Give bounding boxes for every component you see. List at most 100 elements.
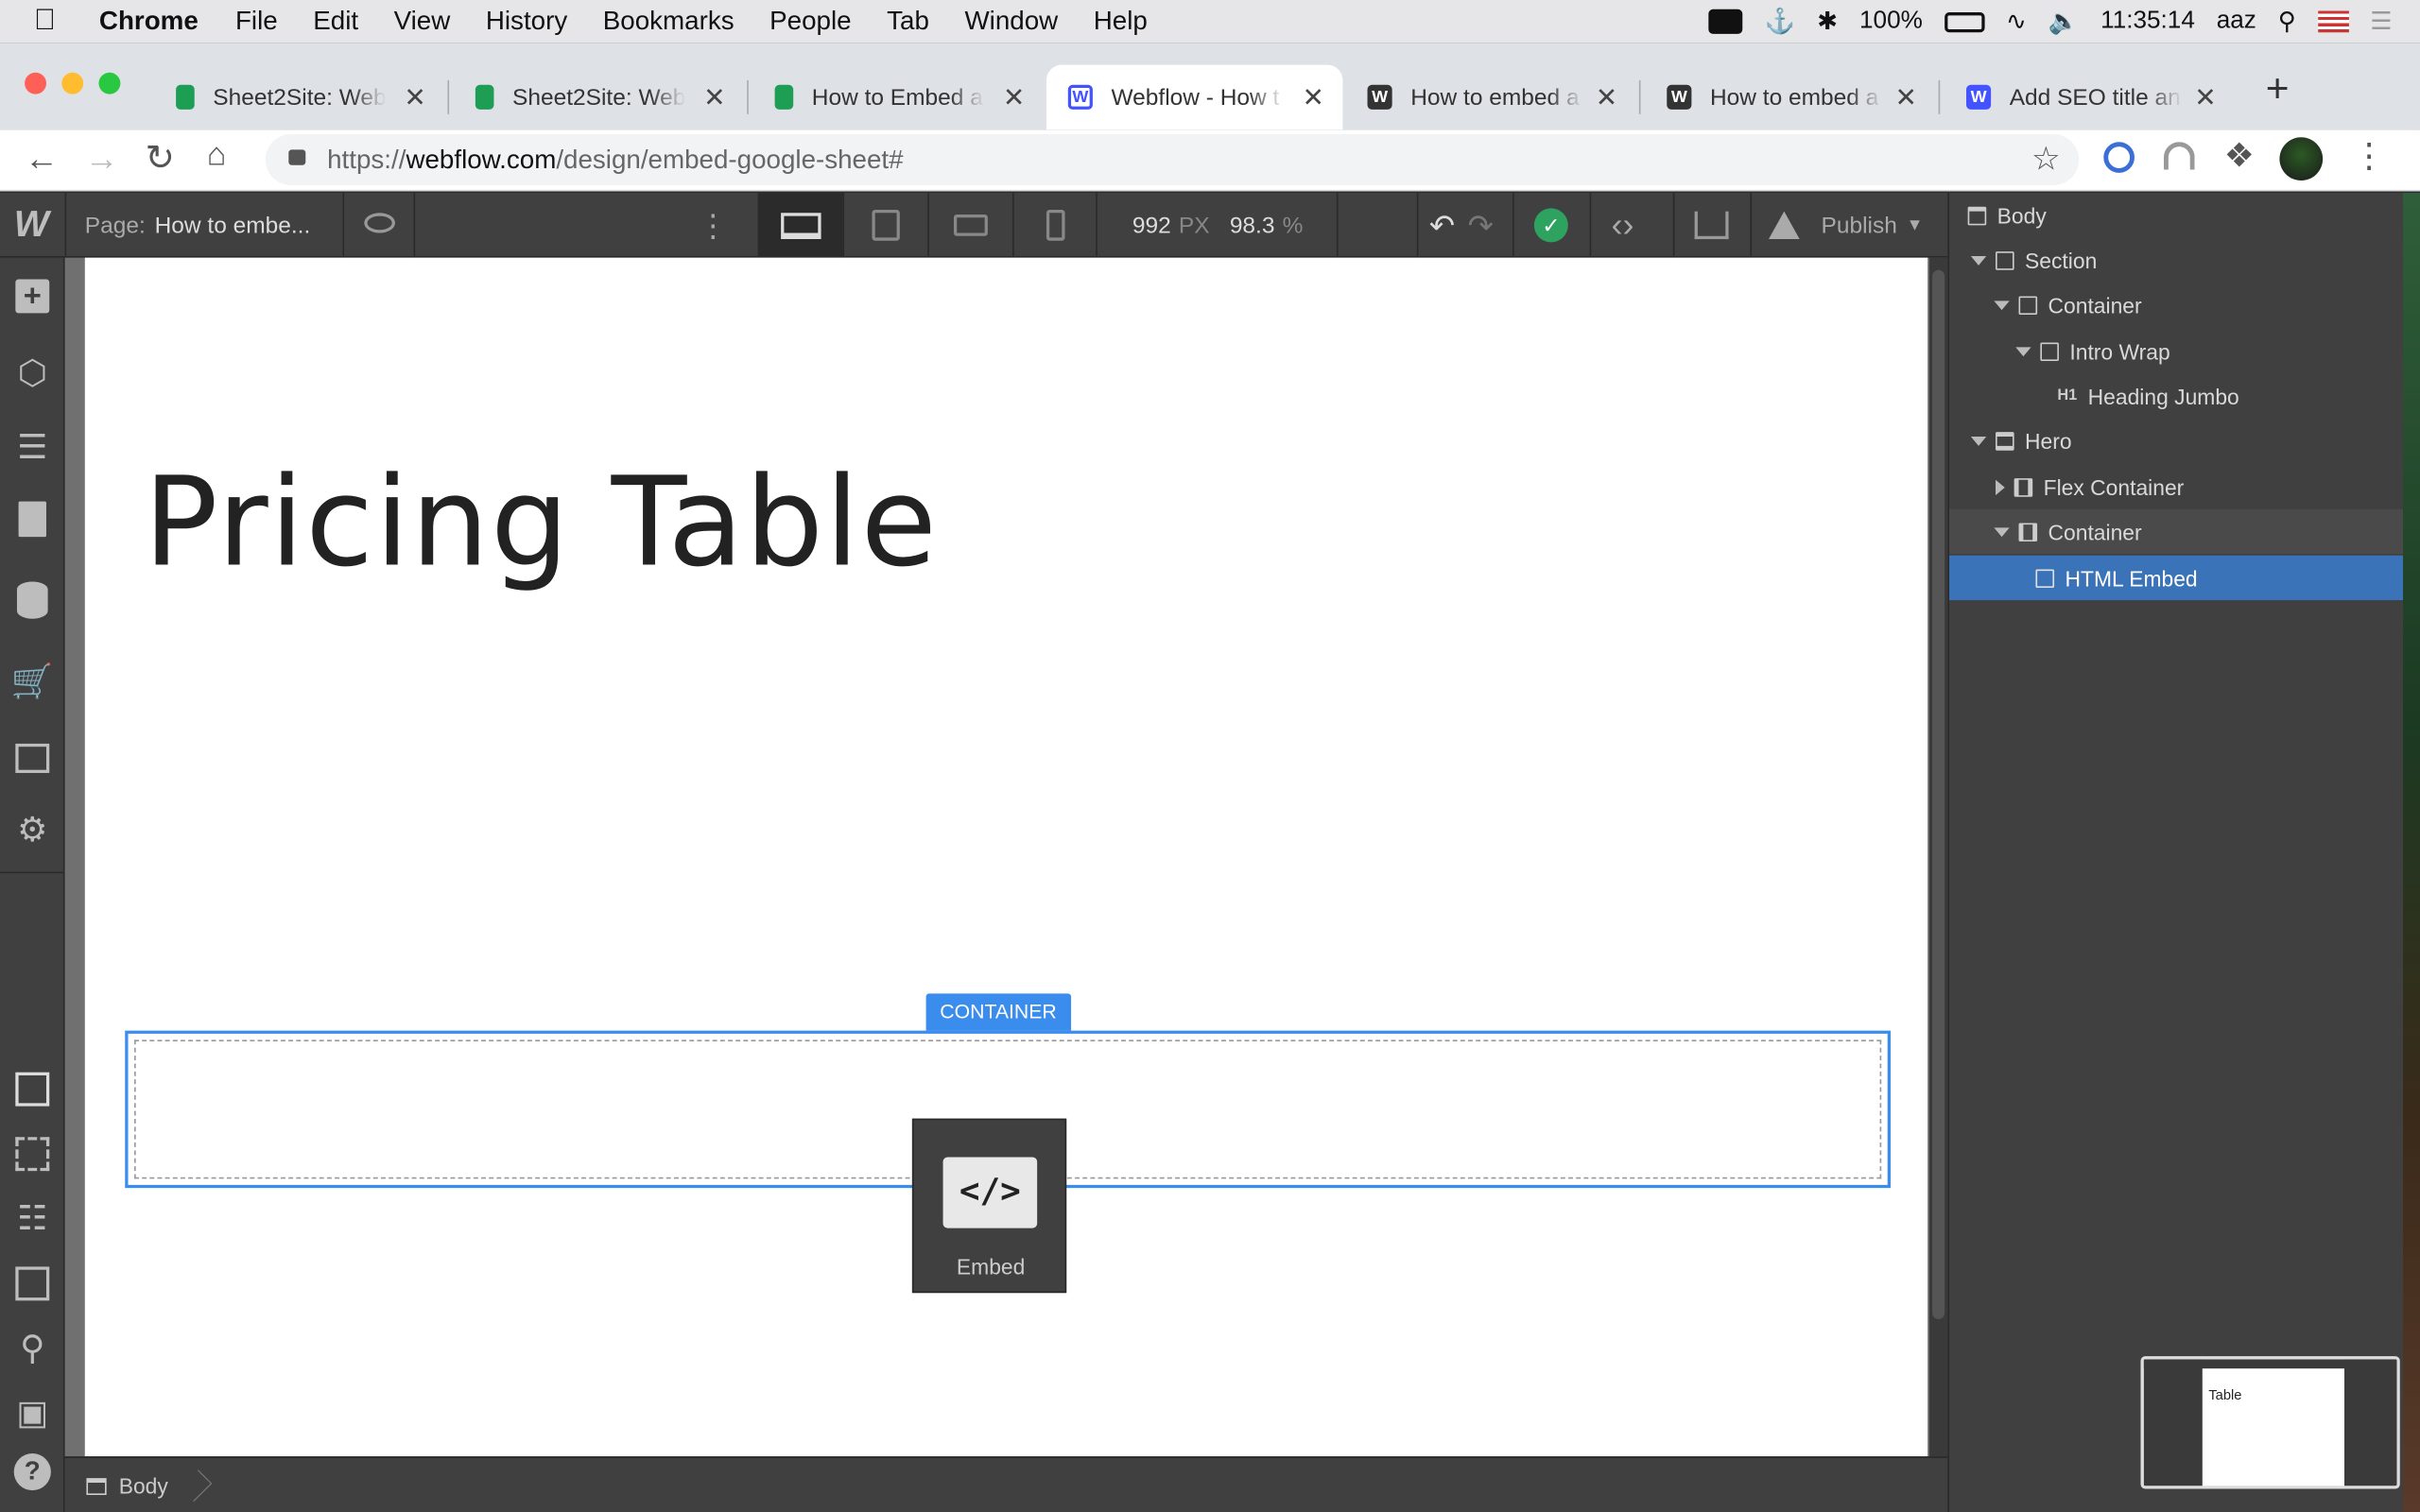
minimize-window-button[interactable] [61, 72, 84, 94]
ecommerce-cart-icon[interactable]: 🛒 [11, 662, 54, 701]
more-options-icon[interactable]: ⋮ [698, 207, 729, 246]
tab-close-icon[interactable]: ✕ [1003, 83, 1025, 114]
tab-close-icon[interactable]: ✕ [2194, 83, 2216, 114]
nav-item-container-2[interactable]: Container [1949, 508, 2420, 555]
nav-item-body[interactable]: Body [1949, 193, 2403, 237]
browser-tab[interactable]: Sheet2Site: Web ✕ [454, 65, 744, 130]
breakpoint-tablet-button[interactable] [842, 193, 927, 258]
apple-icon[interactable]:  [34, 5, 56, 39]
breakpoint-portrait-button[interactable] [1012, 193, 1098, 258]
tab-close-icon[interactable]: ✕ [1596, 83, 1617, 114]
window-thumbnail[interactable]: Table [2140, 1356, 2400, 1489]
expand-arrow-icon[interactable] [1996, 478, 2005, 495]
maximize-window-button[interactable] [98, 72, 121, 94]
menu-file[interactable]: File [235, 7, 278, 38]
nav-item-flex-container[interactable]: Flex Container [1949, 464, 2403, 508]
close-window-button[interactable] [25, 72, 46, 94]
breakpoint-landscape-button[interactable] [927, 193, 1012, 258]
nav-item-heading-jumbo[interactable]: H1 Heading Jumbo [1949, 373, 2403, 418]
menu-app-name[interactable]: Chrome [99, 7, 199, 38]
page-heading[interactable]: Pricing Table [144, 451, 939, 594]
extension-arch-icon[interactable] [2163, 142, 2195, 170]
extension-clock-icon[interactable] [2103, 142, 2135, 173]
tab-close-icon[interactable]: ✕ [1303, 83, 1324, 114]
browser-tab[interactable]: W How to embed a ✕ [1346, 65, 1636, 130]
wifi-icon[interactable]: ∿ [2006, 7, 2027, 38]
menu-tab[interactable]: Tab [887, 7, 929, 38]
clock[interactable]: 11:35:14 [2100, 8, 2195, 35]
container-badge[interactable]: CONTAINER [925, 993, 1071, 1031]
home-icon[interactable]: ⌂ [207, 137, 227, 174]
breakpoint-desktop-button[interactable] [757, 193, 843, 258]
search-icon[interactable]: ⚲ [12, 1329, 52, 1368]
share-icon[interactable] [1694, 211, 1729, 240]
spotlight-search-icon[interactable]: ⚲ [2278, 7, 2296, 38]
avatar[interactable] [2279, 137, 2324, 181]
add-panel-icon[interactable]: + [12, 276, 52, 316]
undo-icon[interactable]: ↶ [1429, 207, 1455, 246]
menu-help[interactable]: Help [1094, 7, 1148, 38]
browser-tab-active[interactable]: W Webflow - How t ✕ [1046, 64, 1343, 130]
battery-icon[interactable] [1944, 11, 1985, 32]
reload-icon[interactable]: ↻ [145, 137, 174, 179]
browser-tab[interactable]: Sheet2Site: Web ✕ [154, 65, 444, 130]
symbols-cube-icon[interactable]: ⬡ [12, 353, 52, 393]
user-name[interactable]: aaz [2217, 8, 2256, 35]
browser-tab[interactable]: How to Embed a ✕ [753, 65, 1044, 130]
canvas-scrollbar[interactable] [1928, 257, 1948, 1457]
browser-tab[interactable]: W Add SEO title an ✕ [1945, 65, 2235, 130]
tab-close-icon[interactable]: ✕ [703, 83, 725, 114]
extensions-puzzle-icon[interactable]: ❖ [2224, 136, 2255, 176]
tab-close-icon[interactable]: ✕ [1894, 83, 1916, 114]
pages-icon[interactable] [12, 498, 52, 538]
back-icon[interactable]: ← [25, 139, 59, 179]
preview-layout-icon[interactable] [12, 1263, 52, 1303]
collapse-arrow-icon[interactable] [1994, 300, 2010, 310]
tab-close-icon[interactable]: ✕ [404, 83, 425, 114]
navigator-icon[interactable]: ☰ [12, 427, 52, 467]
nav-item-section[interactable]: Section [1949, 237, 2403, 282]
flag-icon[interactable] [2317, 10, 2349, 33]
settings-gear-icon[interactable]: ⚙ [12, 810, 52, 850]
bookmark-star-icon[interactable]: ☆ [2031, 141, 2061, 180]
publish-button[interactable]: Publish ▼ [1769, 193, 1947, 258]
scrollbar-thumb[interactable] [1932, 269, 1945, 1319]
collapse-arrow-icon[interactable] [2015, 346, 2031, 356]
new-tab-button[interactable]: + [2266, 65, 2290, 113]
saved-check-icon[interactable]: ✓ [1533, 208, 1568, 243]
menu-people[interactable]: People [769, 7, 851, 38]
menu-bookmarks[interactable]: Bookmarks [603, 7, 735, 38]
page-selector[interactable]: Page: How to embe... [64, 193, 345, 258]
nav-item-intro-wrap[interactable]: Intro Wrap [1949, 329, 2403, 373]
forward-icon[interactable]: → [85, 139, 119, 179]
cloud-icon[interactable] [1709, 9, 1744, 34]
code-export-icon[interactable]: ‹› [1611, 205, 1634, 245]
volume-icon[interactable]: 🔈 [2048, 7, 2080, 38]
collapse-arrow-icon[interactable] [1994, 526, 2010, 537]
preview-eye-icon[interactable] [364, 213, 395, 233]
menu-view[interactable]: View [394, 7, 451, 38]
select-element-icon[interactable] [12, 1069, 52, 1108]
browser-menu-icon[interactable]: ⋮ [2352, 136, 2386, 176]
video-tutorials-icon[interactable]: ▣ [12, 1393, 52, 1433]
assets-images-icon[interactable] [12, 737, 52, 777]
lock-icon[interactable] [288, 149, 306, 165]
menu-edit[interactable]: Edit [313, 7, 358, 38]
design-canvas[interactable]: Pricing Table CONTAINER </> Embed [84, 257, 1928, 1457]
menu-history[interactable]: History [486, 7, 567, 38]
docker-icon[interactable]: ⚓ [1765, 7, 1796, 38]
nav-item-html-embed-selected[interactable]: HTML Embed [1949, 555, 2404, 601]
address-bar[interactable]: https:// webflow.com /design/embed-googl… [265, 134, 2080, 185]
help-icon[interactable]: ? [12, 1452, 52, 1491]
panel-resize-strip[interactable] [2403, 193, 2420, 1512]
cms-database-icon[interactable] [12, 580, 52, 620]
breadcrumb-item-body[interactable]: Body [86, 1458, 168, 1512]
xray-mode-icon[interactable] [12, 1134, 52, 1174]
nav-item-container[interactable]: Container [1949, 283, 2403, 327]
show-guides-icon[interactable]: ☷ [12, 1199, 52, 1239]
embed-drag-ghost[interactable]: </> Embed [911, 1118, 1067, 1294]
menu-window[interactable]: Window [964, 7, 1058, 38]
nav-item-hero[interactable]: Hero [1949, 418, 2403, 462]
bluetooth-icon[interactable]: ✱ [1817, 7, 1838, 38]
collapse-arrow-icon[interactable] [1970, 255, 1987, 265]
